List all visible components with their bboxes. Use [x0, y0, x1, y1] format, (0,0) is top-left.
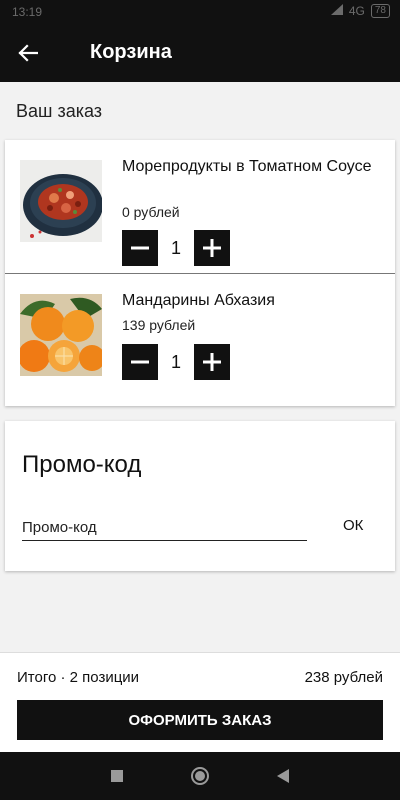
signal-icon [330, 4, 343, 18]
item-image-seafood [20, 160, 102, 242]
circle-icon [191, 767, 209, 785]
item-name: Мандарины Абхазия [122, 292, 275, 309]
item-image-tangerines [20, 294, 102, 376]
increase-quantity-button[interactable] [194, 344, 230, 380]
square-icon [111, 770, 123, 782]
home-button[interactable] [190, 766, 210, 786]
back-nav-button[interactable] [273, 766, 293, 786]
quantity-stepper: 1 [122, 344, 230, 380]
item-quantity: 1 [170, 237, 181, 258]
promo-card: Промо-код ОК [5, 421, 395, 571]
battery-icon: 78 [370, 4, 390, 18]
order-section-title: Ваш заказ [16, 101, 103, 121]
decrease-quantity-button[interactable] [122, 344, 158, 380]
minus-icon [131, 246, 149, 250]
item-quantity: 1 [170, 351, 181, 372]
item-price: 0 рублей [122, 204, 180, 220]
network-type: 4G [348, 4, 365, 18]
total-label: Итого · 2 позиции [17, 669, 140, 686]
status-time: 13:19 [12, 5, 43, 19]
plus-icon [203, 239, 221, 257]
order-summary: Итого · 2 позиции 238 рублей ОФОРМИТЬ ЗА… [0, 652, 400, 752]
plus-icon [203, 353, 221, 371]
arrow-left-icon [18, 44, 38, 62]
promo-title: Промо-код [22, 451, 142, 478]
page-title: Корзина [90, 41, 172, 63]
triangle-left-icon [277, 769, 289, 783]
app-bar: Корзина [0, 24, 400, 82]
quantity-stepper: 1 [122, 230, 230, 266]
increase-quantity-button[interactable] [194, 230, 230, 266]
total-value: 238 рублей [304, 669, 383, 686]
recents-button[interactable] [107, 766, 127, 786]
back-button[interactable] [14, 39, 42, 67]
item-name: Морепродукты в Томатном Соусе [122, 158, 372, 175]
navigation-bar [0, 752, 400, 800]
minus-icon [131, 360, 149, 364]
cart-item: Мандарины Абхазия 139 рублей 1 [5, 273, 395, 406]
cart-items-card: Морепродукты в Томатном Соусе 0 рублей 1 [5, 140, 395, 406]
decrease-quantity-button[interactable] [122, 230, 158, 266]
promo-apply-button[interactable]: ОК [343, 517, 363, 534]
cart-item: Морепродукты в Томатном Соусе 0 рублей 1 [5, 140, 395, 273]
item-price: 139 рублей [122, 317, 196, 333]
checkout-button[interactable]: ОФОРМИТЬ ЗАКАЗ [17, 700, 383, 740]
status-indicators: 4G 78 [330, 4, 390, 18]
promo-code-input[interactable] [22, 511, 307, 541]
status-bar: 13:19 4G 78 [0, 0, 400, 24]
